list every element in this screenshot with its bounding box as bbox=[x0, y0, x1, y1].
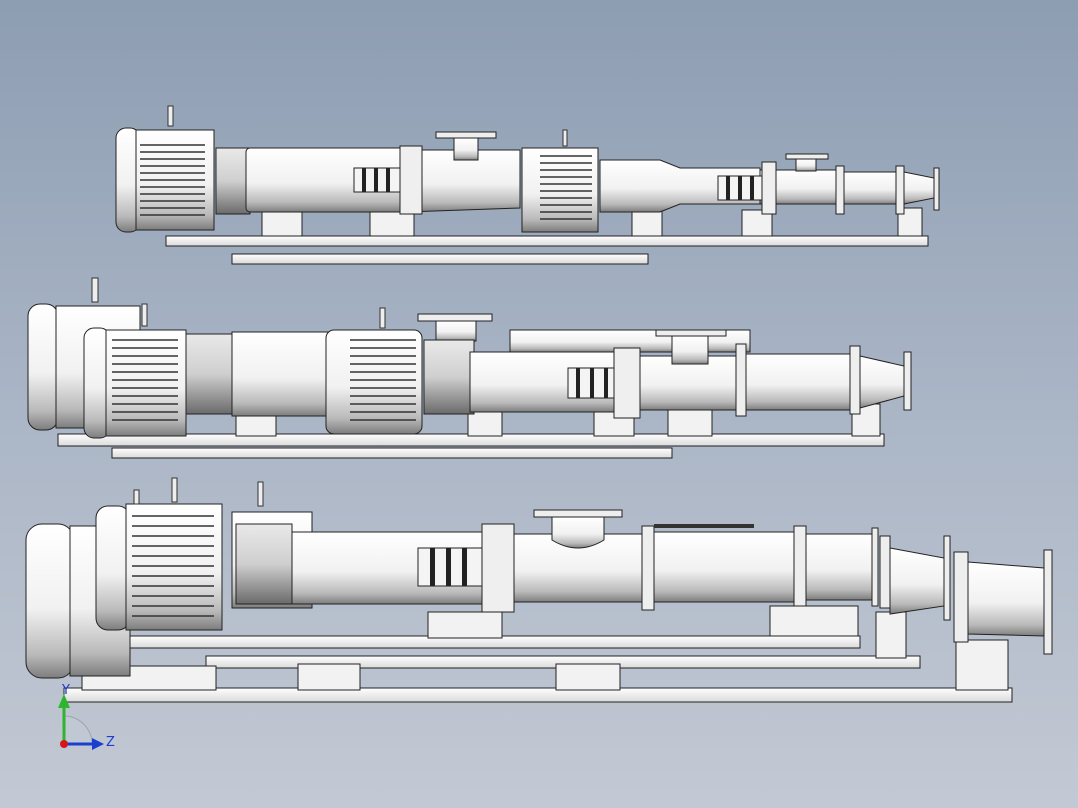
tie-rod-clamp bbox=[849, 345, 861, 415]
tie-rod-clamp bbox=[895, 165, 905, 215]
coupling bbox=[215, 147, 251, 215]
lifting-eye bbox=[167, 105, 174, 127]
clamp-flange bbox=[953, 551, 969, 643]
support-leg bbox=[261, 209, 303, 237]
motor-end-cap bbox=[25, 523, 75, 679]
coupling bbox=[235, 523, 293, 605]
z-axis-label: Z bbox=[106, 735, 115, 750]
inspection-window bbox=[417, 547, 483, 587]
discharge-cone bbox=[859, 355, 905, 409]
large-screw-pump-assembly[interactable] bbox=[25, 477, 1053, 703]
base-frame bbox=[165, 235, 929, 247]
tie-rod-clamp bbox=[879, 535, 891, 609]
lifting-eye bbox=[133, 489, 140, 505]
motor-end-cap bbox=[95, 505, 131, 631]
triad-quadrant bbox=[63, 715, 93, 745]
stator-tube bbox=[653, 531, 795, 603]
motor-body bbox=[125, 503, 223, 631]
clamp-flange bbox=[481, 523, 515, 613]
coupling bbox=[423, 339, 475, 415]
discharge-flange bbox=[903, 351, 912, 411]
stator-tube bbox=[843, 171, 897, 205]
lifting-eye bbox=[141, 303, 148, 327]
inlet-nozzle bbox=[795, 158, 817, 172]
discharge-cone bbox=[903, 171, 935, 205]
clamp-flange bbox=[399, 145, 423, 215]
support-leg bbox=[369, 211, 415, 237]
lifting-eye bbox=[379, 307, 386, 329]
lifting-eye bbox=[257, 481, 264, 507]
cad-viewport[interactable]: Y Z bbox=[0, 0, 1078, 808]
inspection-window bbox=[717, 175, 763, 201]
tie-rod-clamp bbox=[793, 525, 807, 611]
x-axis-dot bbox=[60, 740, 68, 748]
base-frame bbox=[111, 447, 673, 459]
medium-screw-pump-assembly[interactable] bbox=[27, 277, 912, 459]
clamp-flange bbox=[613, 347, 641, 419]
inlet-flange bbox=[785, 153, 829, 160]
stator-tube bbox=[745, 353, 851, 411]
inlet-nozzle bbox=[671, 335, 709, 365]
pump-assemblies-drawing bbox=[25, 105, 1053, 703]
tie-rod-clamp bbox=[735, 343, 747, 417]
lifting-eye bbox=[562, 129, 568, 147]
support-leg bbox=[555, 663, 621, 691]
discharge-flange bbox=[1043, 549, 1053, 655]
inspection-window bbox=[567, 367, 619, 399]
inlet-nozzle bbox=[551, 516, 605, 549]
clamp-flange bbox=[761, 161, 777, 215]
base-frame bbox=[231, 253, 649, 265]
coupling bbox=[185, 333, 235, 415]
support-leg bbox=[955, 639, 1009, 691]
inspection-window bbox=[353, 167, 403, 193]
motor-body bbox=[325, 329, 423, 435]
discharge-flange bbox=[943, 535, 951, 621]
inlet-flange bbox=[655, 329, 727, 337]
tie-rod-clamp bbox=[835, 165, 845, 215]
stator-tube bbox=[805, 533, 873, 601]
coordinate-triad: Y Z bbox=[58, 684, 115, 750]
lifting-eye bbox=[91, 277, 99, 303]
discharge-cone bbox=[967, 561, 1045, 637]
support-leg bbox=[875, 611, 907, 659]
lifting-eye bbox=[171, 477, 178, 503]
inlet-nozzle bbox=[435, 320, 477, 342]
inlet-flange bbox=[417, 313, 493, 322]
z-axis-arrowhead bbox=[92, 738, 104, 750]
stator-tube bbox=[231, 331, 331, 417]
stator-tube bbox=[654, 524, 754, 528]
tie-rod-clamp bbox=[641, 525, 655, 611]
support-leg bbox=[769, 605, 859, 637]
support-leg bbox=[427, 611, 503, 639]
motor-end-cap bbox=[27, 303, 59, 431]
small-screw-pump-assembly[interactable] bbox=[115, 105, 940, 265]
inlet-flange bbox=[533, 509, 623, 518]
discharge-cone bbox=[889, 547, 945, 615]
inlet-flange bbox=[435, 131, 497, 139]
y-axis-label: Y bbox=[61, 684, 70, 698]
support-leg bbox=[297, 663, 361, 691]
clamp-flange bbox=[871, 527, 879, 607]
discharge-flange bbox=[933, 167, 940, 211]
inlet-nozzle bbox=[453, 137, 479, 161]
